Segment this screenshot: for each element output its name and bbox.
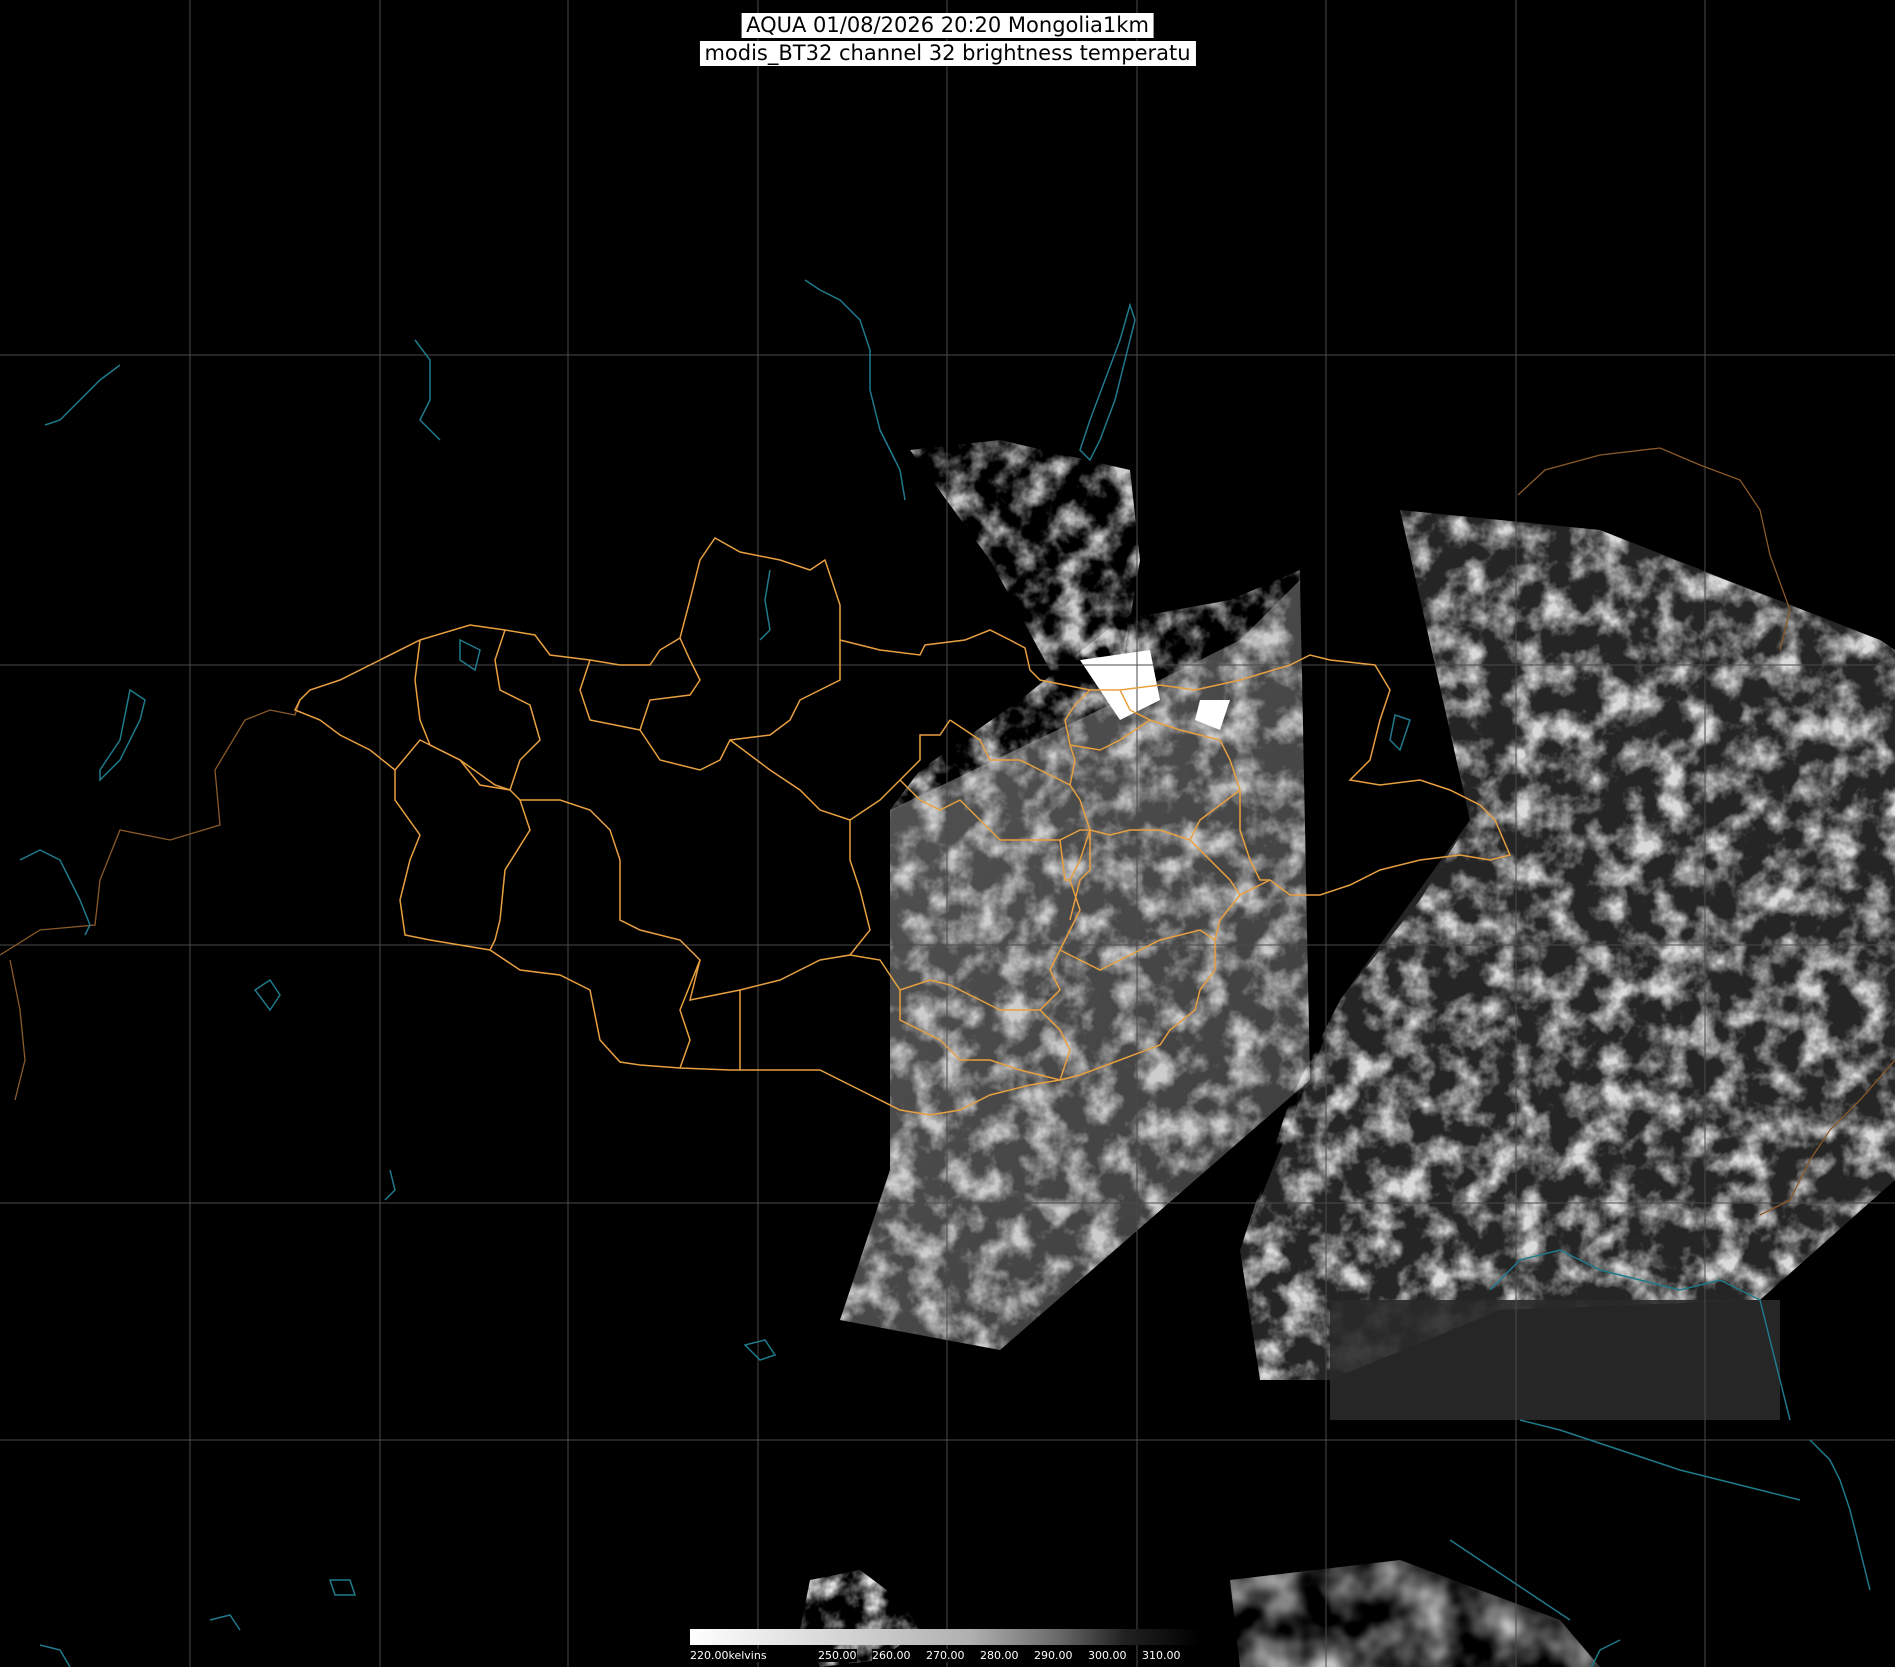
colorbar-gradient	[690, 1629, 1200, 1645]
colorbar-tick: 300.00	[1088, 1649, 1127, 1662]
colorbar-tick: 280.00	[980, 1649, 1019, 1662]
colorbar-tick: 310.00	[1142, 1649, 1181, 1662]
title-line-1: AQUA 01/08/2026 20:20 Mongolia1km	[741, 13, 1154, 38]
colorbar-tick: 270.00	[926, 1649, 965, 1662]
colorbar-tick: 290.00	[1034, 1649, 1073, 1662]
colorbar-unit-label: 220.00kelvins	[690, 1649, 767, 1662]
title-line-2: modis_BT32 channel 32 brightness tempera…	[699, 41, 1196, 66]
map-canvas	[0, 0, 1895, 1667]
colorbar: 220.00kelvins 250.00 260.00 270.00 280.0…	[690, 1627, 1200, 1667]
colorbar-tick: 260.00	[872, 1649, 911, 1662]
colorbar-tick: 250.00	[818, 1649, 857, 1662]
